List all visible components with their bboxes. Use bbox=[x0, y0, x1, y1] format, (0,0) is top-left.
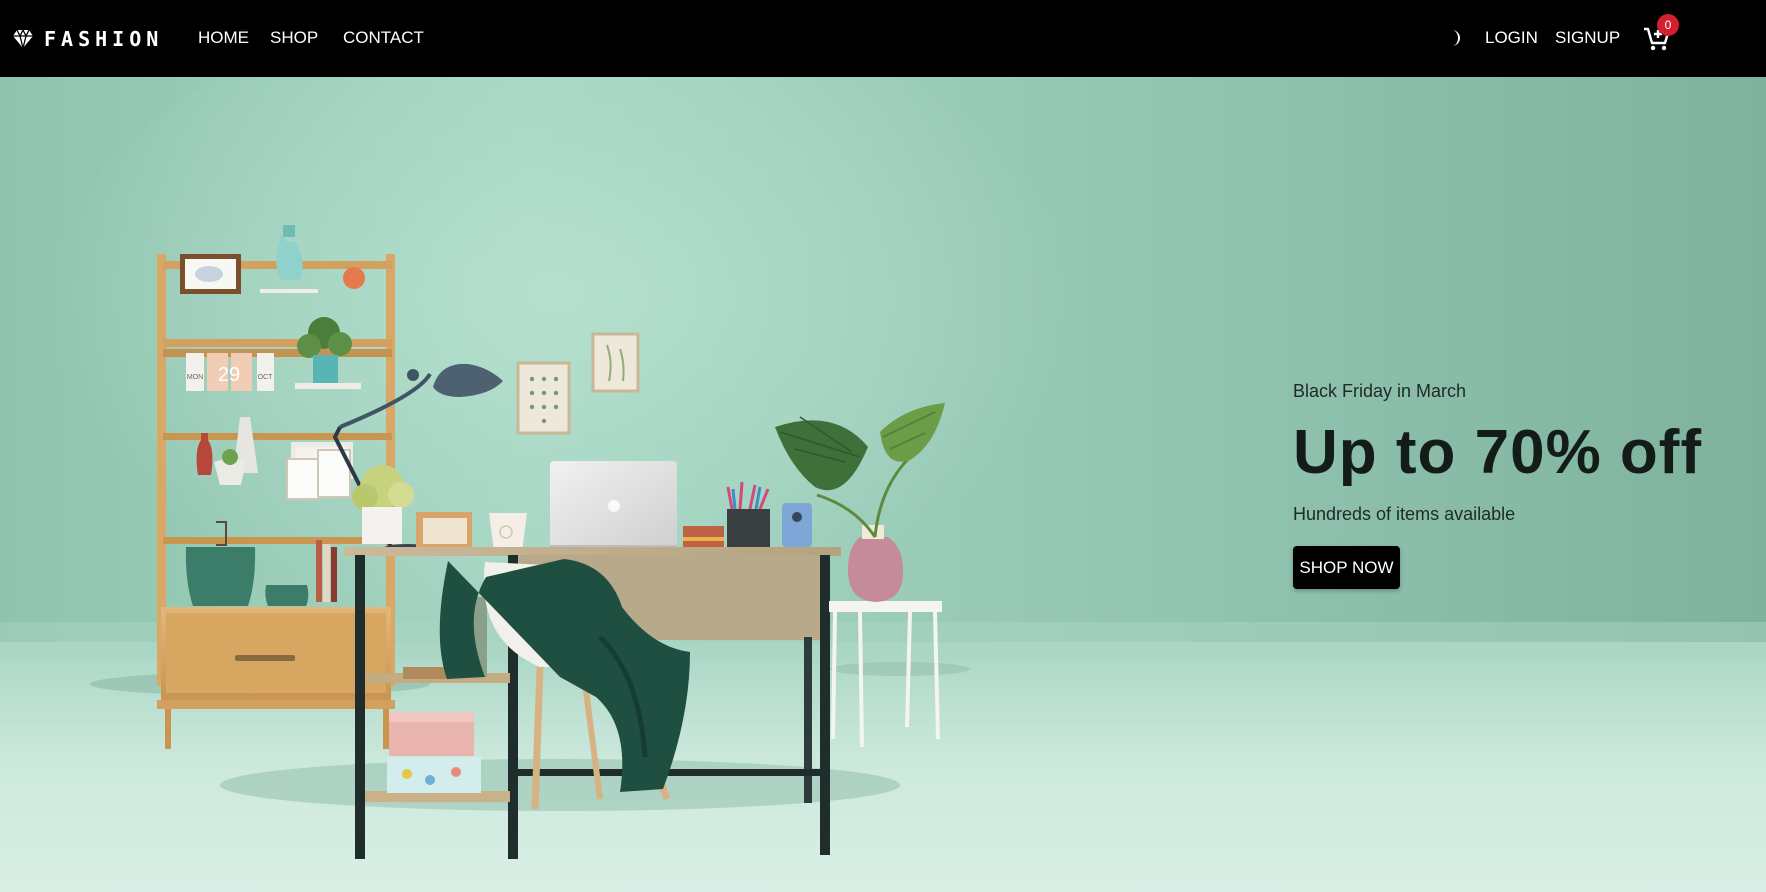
laptop bbox=[550, 461, 677, 551]
promo-eyebrow: Black Friday in March bbox=[1293, 381, 1467, 401]
promo-headline: Up to 70% off bbox=[1293, 418, 1703, 487]
svg-text:OCT: OCT bbox=[258, 374, 274, 381]
diamond-icon bbox=[13, 29, 33, 49]
shop-now-button[interactable]: SHOP NOW bbox=[1293, 546, 1400, 589]
brand-name: FASHION bbox=[44, 27, 164, 51]
svg-text:29: 29 bbox=[218, 364, 240, 386]
promo-subtitle: Hundreds of items available bbox=[1293, 504, 1516, 524]
hero-banner: MON 29 OCT Black Friday in March Up to 7… bbox=[0, 77, 1766, 892]
cart-count-badge: 0 bbox=[1657, 14, 1679, 36]
top-navbar: FASHION HOME SHOP CONTACT LOGIN SIGNUP 0 bbox=[0, 0, 1766, 77]
nav-contact[interactable]: CONTACT bbox=[343, 28, 424, 48]
nav-home[interactable]: HOME bbox=[198, 28, 249, 48]
signup-link[interactable]: SIGNUP bbox=[1555, 28, 1620, 48]
login-link[interactable]: LOGIN bbox=[1485, 28, 1538, 48]
brand-logo[interactable]: FASHION bbox=[12, 24, 163, 54]
nav-shop[interactable]: SHOP bbox=[270, 28, 318, 48]
svg-text:MON: MON bbox=[187, 374, 203, 381]
moon-icon[interactable] bbox=[1447, 29, 1463, 47]
